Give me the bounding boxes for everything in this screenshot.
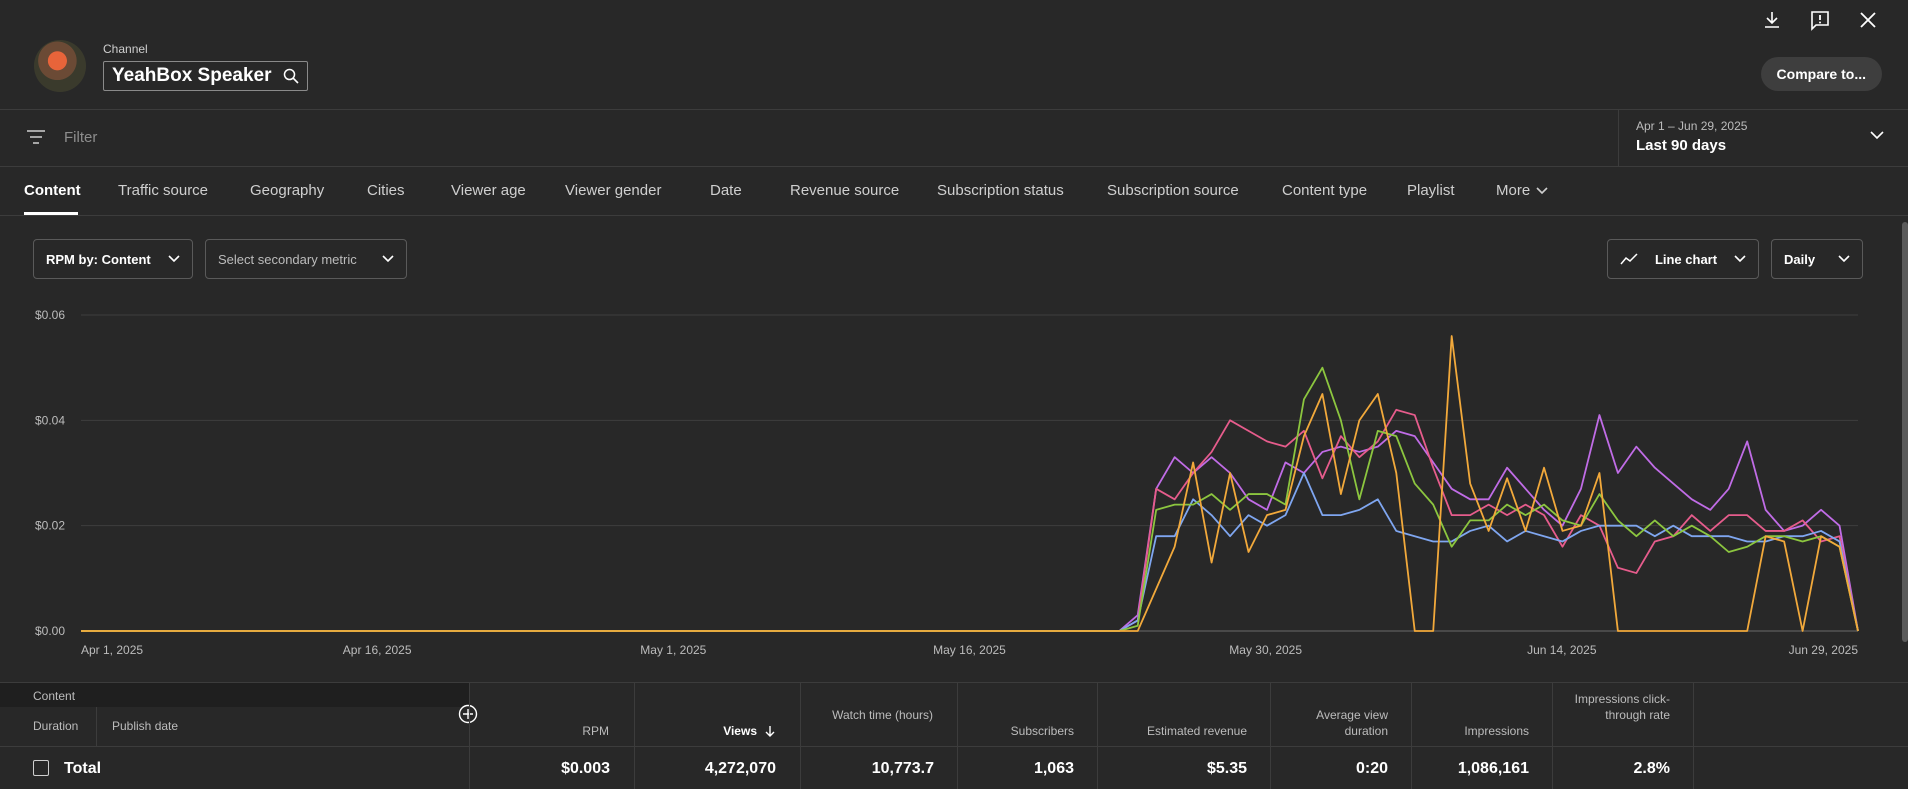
primary-metric-label: RPM by: Content bbox=[46, 251, 151, 267]
filter-icon[interactable] bbox=[27, 130, 45, 144]
download-icon[interactable] bbox=[1760, 8, 1784, 32]
header-divider bbox=[96, 707, 97, 746]
chart-type-label: Line chart bbox=[1654, 251, 1718, 267]
date-range-selector[interactable]: Apr 1 – Jun 29, 2025 Last 90 days bbox=[1618, 110, 1908, 166]
interval-dropdown[interactable]: Daily bbox=[1771, 239, 1863, 279]
chevron-down-icon bbox=[382, 255, 394, 263]
column-header-duration[interactable]: Duration bbox=[33, 718, 78, 734]
x-tick-label: Jun 14, 2025 bbox=[1527, 643, 1597, 657]
series-line bbox=[81, 335, 1859, 632]
compare-button[interactable]: Compare to... bbox=[1760, 57, 1882, 91]
column-header-watch-time[interactable]: Watch time (hours) bbox=[823, 707, 933, 723]
channel-name: YeahBox Speaker bbox=[112, 65, 272, 86]
tab-cities[interactable]: Cities bbox=[367, 182, 405, 199]
active-tab-indicator bbox=[24, 212, 78, 215]
column-divider bbox=[1270, 683, 1271, 789]
x-tick-label: May 30, 2025 bbox=[1229, 643, 1302, 657]
channel-selector[interactable]: YeahBox Speaker bbox=[103, 61, 309, 91]
dimension-tabs: Content Traffic source Geography Cities … bbox=[0, 167, 1908, 216]
x-tick-label: May 16, 2025 bbox=[933, 643, 1006, 657]
column-header-estimated-revenue[interactable]: Estimated revenue bbox=[1147, 723, 1247, 739]
column-header-impressions-ctr[interactable]: Impressions click-through rate bbox=[1574, 691, 1670, 723]
secondary-metric-dropdown[interactable]: Select secondary metric bbox=[205, 239, 407, 279]
column-header-publish-date[interactable]: Publish date bbox=[112, 718, 178, 734]
tab-viewer-gender[interactable]: Viewer gender bbox=[565, 182, 661, 199]
tab-geography[interactable]: Geography bbox=[250, 182, 324, 199]
total-watch-time: 10,773.7 bbox=[871, 760, 934, 777]
column-header-rpm[interactable]: RPM bbox=[582, 723, 609, 739]
column-header-views[interactable]: Views bbox=[723, 723, 775, 739]
total-row-label: Total bbox=[64, 760, 102, 777]
series-line bbox=[81, 408, 1859, 632]
interval-label: Daily bbox=[1784, 251, 1816, 267]
header: Channel YeahBox Speaker Compare to... bbox=[0, 0, 1908, 110]
chevron-down-icon bbox=[1734, 255, 1746, 263]
chevron-down-icon bbox=[168, 255, 180, 263]
primary-metric-dropdown[interactable]: RPM by: Content bbox=[33, 239, 193, 279]
total-row-checkbox[interactable] bbox=[33, 760, 49, 776]
column-divider bbox=[1693, 683, 1694, 789]
column-header-subscribers[interactable]: Subscribers bbox=[1011, 723, 1074, 739]
column-divider bbox=[1097, 683, 1098, 789]
x-tick-label: Jun 29, 2025 bbox=[1789, 643, 1859, 657]
total-impressions: 1,086,161 bbox=[1457, 760, 1529, 777]
add-column-icon[interactable] bbox=[458, 704, 478, 724]
column-header-average-view-duration[interactable]: Average view duration bbox=[1298, 707, 1388, 739]
tab-viewer-age[interactable]: Viewer age bbox=[451, 182, 526, 199]
rpm-line-chart: $0.00 $0.02 $0.04 $0.06 Apr 1, 2025 Apr 16, 2… bbox=[35, 308, 1859, 657]
column-header-impressions[interactable]: Impressions bbox=[1464, 723, 1529, 739]
date-range-text: Apr 1 – Jun 29, 2025 bbox=[1636, 119, 1748, 133]
column-header-content[interactable]: Content bbox=[33, 688, 75, 704]
row-divider bbox=[0, 746, 1908, 747]
sort-down-icon bbox=[765, 726, 775, 737]
y-tick-label: $0.06 bbox=[35, 308, 65, 322]
tab-content-type[interactable]: Content type bbox=[1282, 182, 1367, 199]
views-label: Views bbox=[723, 724, 757, 738]
tab-revenue-source[interactable]: Revenue source bbox=[790, 182, 899, 199]
chevron-down-icon bbox=[1870, 131, 1884, 140]
x-tick-label: May 1, 2025 bbox=[640, 643, 706, 657]
content-table: Content Duration Publish date RPM Views … bbox=[0, 682, 1908, 789]
chart-type-dropdown[interactable]: Line chart bbox=[1607, 239, 1759, 279]
total-estimated-revenue: $5.35 bbox=[1206, 760, 1247, 777]
chevron-down-icon bbox=[1536, 186, 1548, 194]
channel-label: Channel bbox=[103, 42, 148, 56]
feedback-icon[interactable] bbox=[1808, 8, 1832, 32]
filter-bar: Filter Apr 1 – Jun 29, 2025 Last 90 days bbox=[0, 109, 1908, 167]
column-divider bbox=[469, 683, 470, 789]
column-divider bbox=[800, 683, 801, 789]
date-range-label: Last 90 days bbox=[1636, 137, 1727, 154]
filter-input[interactable]: Filter bbox=[64, 129, 97, 146]
tab-content[interactable]: Content bbox=[24, 182, 81, 199]
total-rpm: $0.003 bbox=[561, 760, 610, 777]
y-tick-label: $0.02 bbox=[35, 519, 65, 533]
close-icon[interactable] bbox=[1856, 8, 1880, 32]
x-tick-label: Apr 16, 2025 bbox=[343, 643, 412, 657]
tab-subscription-status[interactable]: Subscription status bbox=[937, 182, 1064, 199]
total-views: 4,272,070 bbox=[704, 760, 776, 777]
series-line bbox=[81, 414, 1859, 632]
x-tick-label: Apr 1, 2025 bbox=[81, 643, 143, 657]
tab-subscription-source[interactable]: Subscription source bbox=[1107, 182, 1239, 199]
channel-avatar[interactable] bbox=[34, 40, 86, 92]
tab-traffic-source[interactable]: Traffic source bbox=[118, 182, 208, 199]
chevron-down-icon bbox=[1838, 255, 1850, 263]
total-impressions-ctr: 2.8% bbox=[1633, 760, 1670, 777]
total-subscribers: 1,063 bbox=[1033, 760, 1074, 777]
y-tick-label: $0.00 bbox=[35, 624, 65, 638]
tab-date[interactable]: Date bbox=[710, 182, 742, 199]
column-divider bbox=[957, 683, 958, 789]
y-tick-label: $0.04 bbox=[35, 413, 65, 427]
column-divider bbox=[1411, 683, 1412, 789]
column-divider bbox=[1552, 683, 1553, 789]
column-divider bbox=[634, 683, 635, 789]
tab-playlist[interactable]: Playlist bbox=[1407, 182, 1455, 199]
search-icon bbox=[284, 68, 300, 84]
tab-more-label: More bbox=[1496, 182, 1531, 199]
secondary-metric-label: Select secondary metric bbox=[218, 251, 357, 267]
tab-more[interactable]: More bbox=[1496, 182, 1548, 199]
series-line bbox=[81, 366, 1859, 632]
line-chart-icon bbox=[1620, 253, 1638, 265]
total-average-view-duration: 0:20 bbox=[1355, 760, 1388, 777]
